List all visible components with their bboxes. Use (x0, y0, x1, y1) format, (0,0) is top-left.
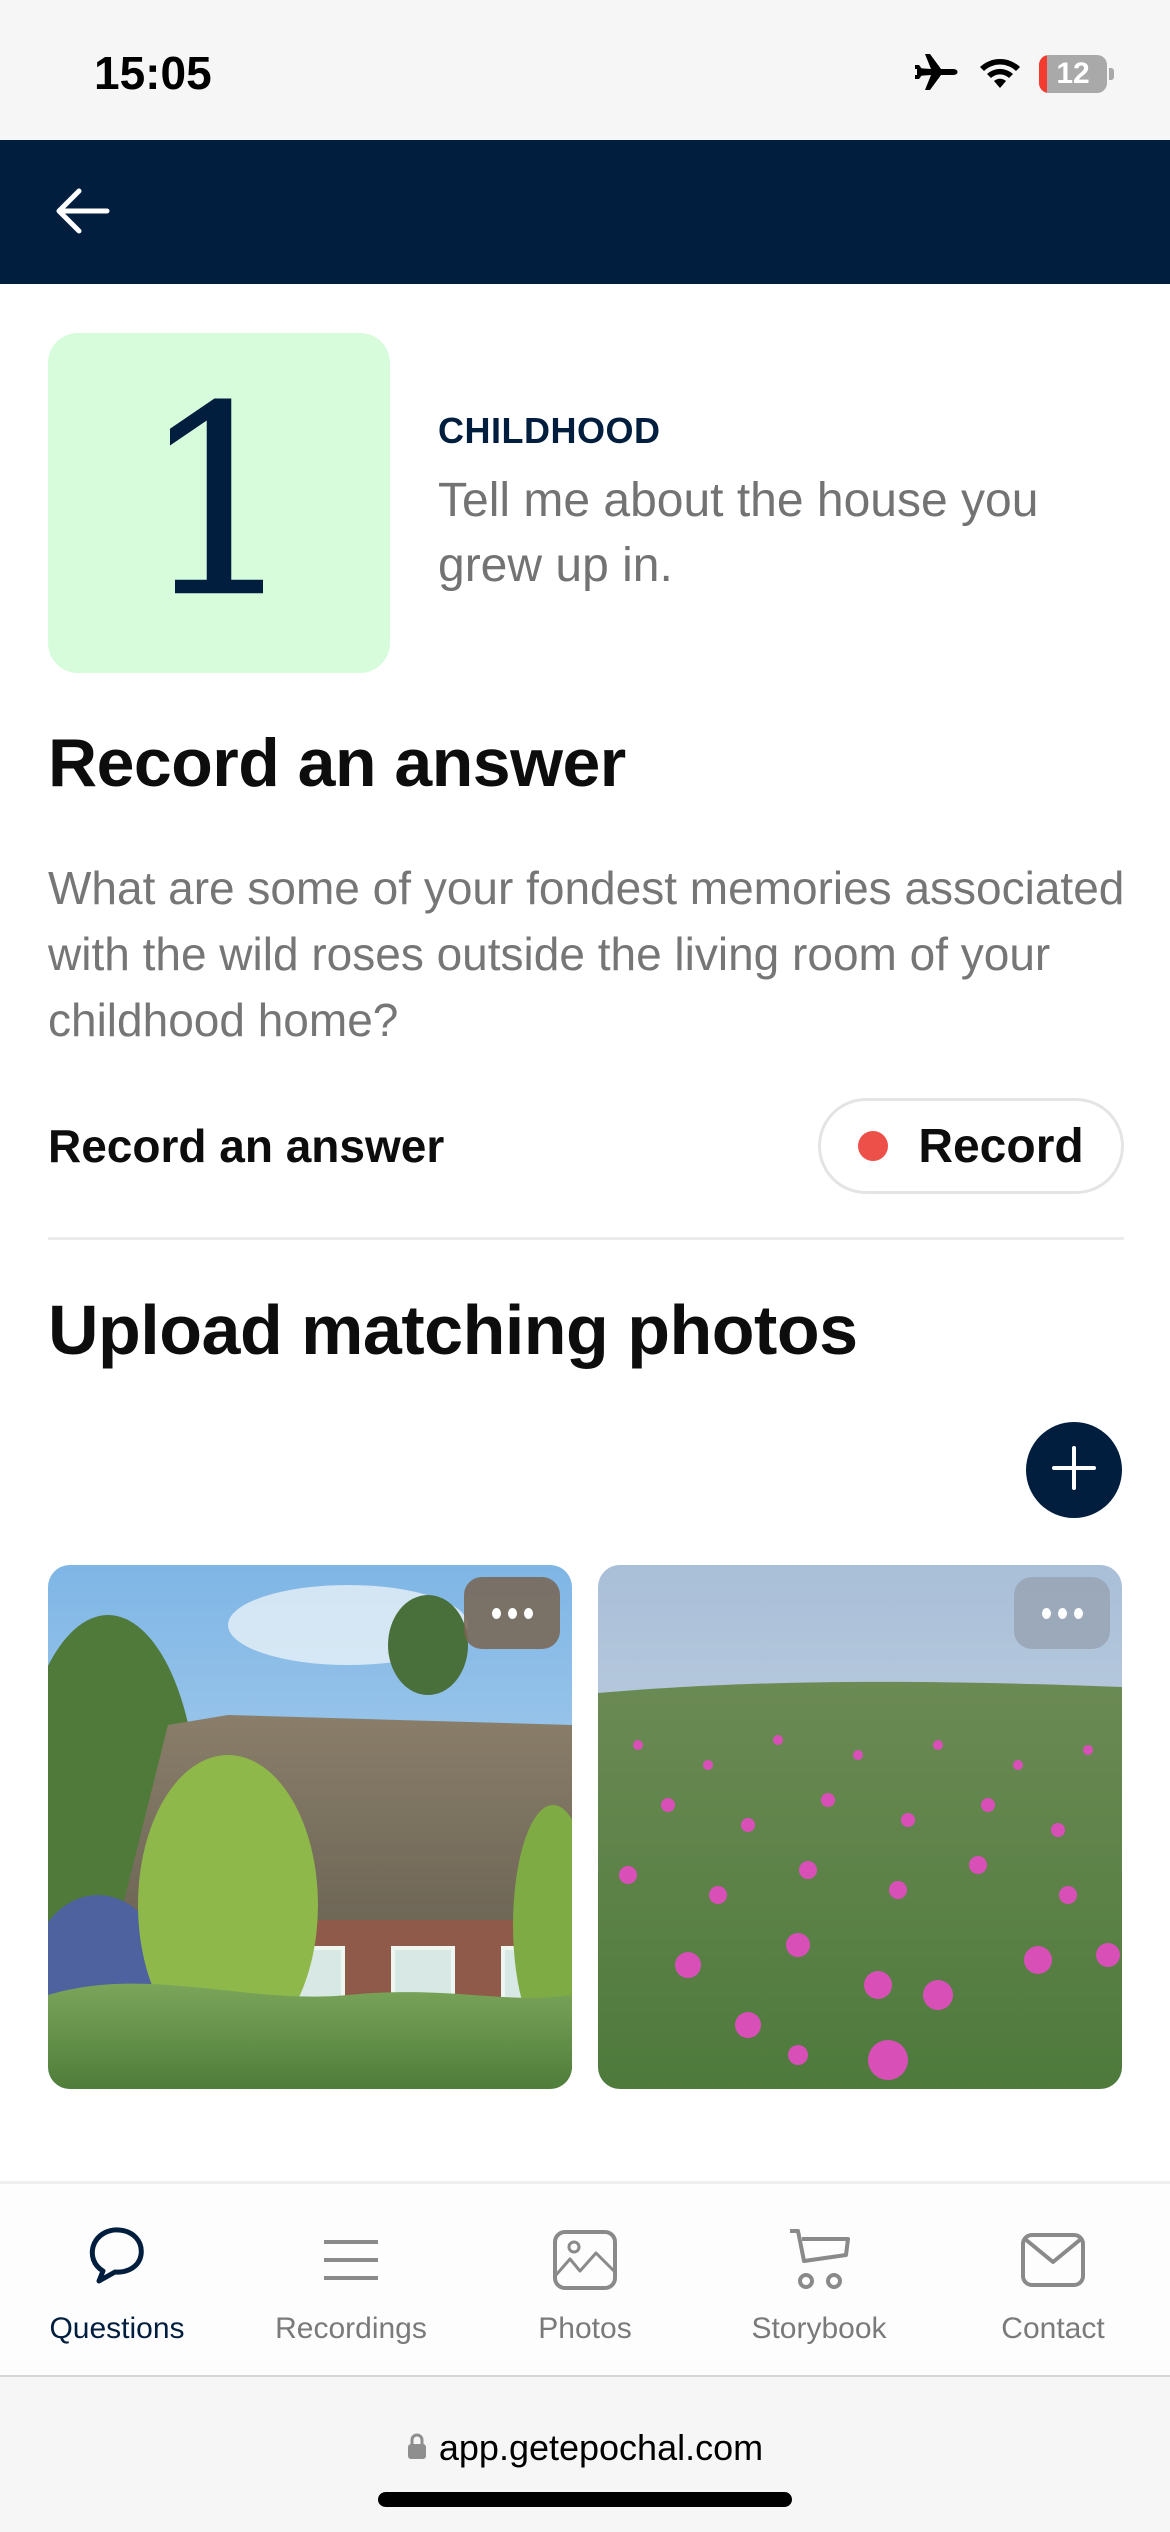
nav-item-questions[interactable]: Questions (0, 2184, 234, 2375)
photos-section-title: Upload matching photos (48, 1291, 858, 1369)
status-icons: 12 (915, 52, 1114, 96)
nav-label: Questions (49, 2312, 185, 2345)
image-icon (549, 2224, 621, 2296)
browser-address-bar: app.getepochal.com (0, 2375, 1170, 2532)
nav-item-recordings[interactable]: Recordings (234, 2184, 468, 2375)
question-category: CHILDHOOD (438, 410, 661, 451)
wifi-icon (977, 54, 1023, 95)
nav-item-storybook[interactable]: Storybook (702, 2184, 936, 2375)
battery-level: 12 (1056, 57, 1090, 90)
battery-icon: 12 (1039, 55, 1107, 93)
speech-bubble-icon (81, 2224, 153, 2296)
photo-menu-button[interactable] (1014, 1577, 1110, 1649)
photo-card[interactable] (48, 1565, 572, 2089)
photo-menu-button[interactable] (464, 1577, 560, 1649)
photo-card[interactable] (598, 1565, 1122, 2089)
record-button[interactable]: Record (818, 1098, 1124, 1194)
nav-label: Storybook (751, 2312, 887, 2345)
mail-icon (1017, 2224, 1089, 2296)
question-text: Tell me about the house you grew up in. (438, 474, 1039, 592)
cart-icon (783, 2224, 855, 2296)
section-divider (48, 1237, 1124, 1240)
nav-label: Recordings (275, 2312, 427, 2345)
plus-icon (1050, 1444, 1098, 1497)
arrow-left-icon (55, 187, 111, 240)
question-number: 1 (139, 349, 299, 656)
record-dot-icon (858, 1131, 889, 1161)
list-icon (315, 2224, 387, 2296)
url-text: app.getepochal.com (438, 2427, 764, 2468)
more-horizontal-icon (491, 1607, 533, 1619)
status-bar: 15:05 12 (0, 0, 1170, 140)
lock-icon (407, 2432, 427, 2465)
question-number-tile: 1 (48, 333, 390, 673)
nav-label: Contact (1001, 2312, 1105, 2345)
record-section-title: Record an answer (48, 725, 626, 801)
url-field[interactable]: app.getepochal.com (0, 2427, 1170, 2469)
record-prompt: What are some of your fondest memories a… (48, 862, 1125, 1046)
airplane-mode-icon (915, 52, 961, 97)
bottom-nav: Questions Recordings Photos Storybook Co… (0, 2181, 1170, 2375)
home-indicator[interactable] (378, 2492, 792, 2507)
record-row: Record an answer Record (48, 1098, 1124, 1194)
nav-label: Photos (538, 2312, 632, 2345)
record-button-label: Record (918, 1119, 1084, 1173)
more-horizontal-icon (1041, 1607, 1083, 1619)
battery-cap (1109, 68, 1114, 80)
status-time: 15:05 (94, 47, 212, 99)
nav-item-contact[interactable]: Contact (936, 2184, 1170, 2375)
back-button[interactable] (50, 180, 116, 246)
record-row-label: Record an answer (48, 1120, 445, 1172)
add-photo-button[interactable] (1026, 1422, 1122, 1518)
app-header (0, 140, 1170, 284)
nav-item-photos[interactable]: Photos (468, 2184, 702, 2375)
